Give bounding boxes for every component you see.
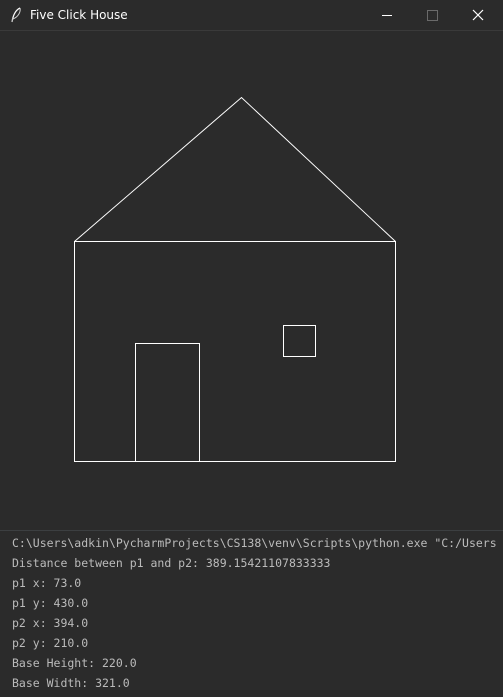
minimize-icon [382,15,392,16]
app-window: Five Click House [0,0,503,530]
house-window [283,325,316,357]
house-base [74,241,396,462]
run-console[interactable]: C:\Users\adkin\PycharmProjects\CS138\ven… [0,530,503,697]
close-icon [472,9,484,21]
minimize-button[interactable] [364,0,410,30]
title-bar[interactable]: Five Click House [0,0,503,31]
drawing-canvas[interactable] [0,31,503,530]
house-roof [74,96,396,242]
console-line-base-height: Base Height: 220.0 [12,656,137,670]
house-drawing [74,96,396,462]
console-line-command: C:\Users\adkin\PycharmProjects\CS138\ven… [12,536,497,550]
console-line-p1y: p1 y: 430.0 [12,596,89,610]
console-line-distance: Distance between p1 and p2: 389.15421107… [12,556,331,570]
console-line-p1x: p1 x: 73.0 [12,576,82,590]
house-door [135,343,200,462]
console-line-p2x: p2 x: 394.0 [12,616,89,630]
console-line-base-width: Base Width: 321.0 [12,676,130,690]
feather-icon [11,7,21,23]
window-title: Five Click House [30,8,128,22]
close-button[interactable] [455,0,501,30]
console-line-p2y: p2 y: 210.0 [12,636,89,650]
maximize-button[interactable] [409,0,455,30]
maximize-icon [427,10,438,21]
